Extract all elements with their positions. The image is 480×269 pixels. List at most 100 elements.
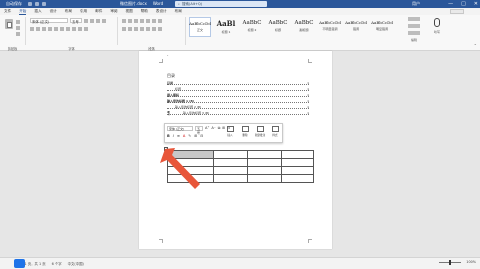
tab-review[interactable]: 审阅	[110, 9, 117, 14]
new-comment-button[interactable]: 新建批注	[253, 126, 267, 142]
toc-entry[interactable]: 标题 1	[167, 87, 309, 91]
superscript-icon[interactable]	[60, 27, 64, 31]
grow-font-icon[interactable]	[84, 19, 88, 23]
style-subtle-emphasis[interactable]: AaBbCcDd 不明显强调	[319, 17, 341, 37]
justify-icon[interactable]	[140, 27, 144, 31]
decrease-indent-icon[interactable]	[140, 19, 144, 23]
table-cell[interactable]	[281, 150, 314, 159]
table-cell[interactable]	[213, 150, 248, 159]
align-left-icon[interactable]	[122, 27, 126, 31]
search-input[interactable]: ⌕ 搜索(Alt+Q)	[175, 1, 267, 7]
italic-icon[interactable]: I	[173, 134, 174, 138]
strikethrough-icon[interactable]	[48, 27, 52, 31]
subscript-icon[interactable]	[54, 27, 58, 31]
format-painter-icon[interactable]	[16, 32, 20, 36]
toc-entry[interactable]: 输入您的标题 1 (B) 1	[167, 99, 309, 103]
save-icon[interactable]	[28, 2, 32, 6]
table-cell[interactable]	[281, 166, 314, 175]
table-of-contents[interactable]: 目录 目录 1 标题 1 插入图标 1 输入您的标题 1 (B) 1 输入您的标题 2 …	[167, 73, 309, 115]
undo-icon[interactable]	[35, 2, 39, 6]
share-button[interactable]	[450, 9, 464, 14]
table-cell[interactable]	[247, 174, 282, 183]
grow-font-icon[interactable]: A⁺	[205, 126, 209, 130]
table-cell[interactable]	[213, 166, 248, 175]
change-case-icon[interactable]	[96, 19, 100, 23]
style-normal[interactable]: AaBbCcDd 正文	[189, 17, 211, 37]
copy-format-icon[interactable]: ⧉	[218, 126, 221, 130]
tab-view[interactable]: 视图	[126, 9, 133, 14]
zoom-slider[interactable]	[439, 259, 462, 265]
font-color-icon[interactable]: A	[183, 134, 185, 138]
delete-button[interactable]: 删除	[238, 126, 252, 142]
clear-format-icon[interactable]	[102, 19, 106, 23]
table-cell[interactable]	[281, 174, 314, 183]
tab-layout[interactable]: 布局	[65, 9, 72, 14]
find-button[interactable]	[408, 17, 420, 21]
document-canvas[interactable]: · 目录 目录 1 标题 1 插入图标 1 输入您的标题 1 (B) 1 输入您的标题 …	[0, 51, 480, 257]
bullets-icon[interactable]	[122, 19, 126, 23]
start-icon[interactable]	[14, 259, 25, 268]
highlight-icon[interactable]: ✎	[188, 134, 191, 138]
style-emphasis[interactable]: AaBbCcDd 强调	[345, 17, 367, 37]
user-name[interactable]: 用户	[412, 1, 420, 7]
tab-mailings[interactable]: 邮件	[95, 9, 102, 14]
toc-entry[interactable]: 输入您的标题 2 (B) 1	[167, 105, 309, 109]
show-marks-icon[interactable]	[158, 19, 162, 23]
styles-button[interactable]: 样式	[268, 126, 282, 142]
toc-entry[interactable]: 目录 1	[167, 81, 309, 85]
table-cell[interactable]	[281, 158, 314, 167]
tab-references[interactable]: 引用	[80, 9, 87, 14]
table-cell[interactable]	[213, 174, 248, 183]
collapse-ribbon-icon[interactable]: ⌃	[474, 43, 477, 48]
borders-icon[interactable]	[158, 27, 162, 31]
tab-help[interactable]: 帮助	[141, 9, 148, 14]
italic-icon[interactable]	[36, 27, 40, 31]
font-size-select[interactable]: 五号	[70, 18, 82, 24]
maximize-button[interactable]: □	[461, 1, 466, 7]
style-title[interactable]: AaBbC 标题	[267, 17, 289, 37]
mini-font-name-select[interactable]: 宋体 (正文)	[167, 126, 193, 131]
table-cell[interactable]	[247, 158, 282, 167]
tab-file[interactable]: 文件	[4, 9, 11, 14]
tab-home[interactable]: 开始	[19, 9, 27, 15]
toc-entry[interactable]: 插入图标 1	[167, 93, 309, 97]
paste-button[interactable]	[4, 19, 14, 33]
minimize-button[interactable]: —	[448, 1, 453, 7]
select-button[interactable]	[408, 31, 420, 35]
line-spacing-icon[interactable]	[146, 27, 150, 31]
shading-icon[interactable]: ⊞	[194, 134, 197, 138]
close-button[interactable]: ✕	[474, 1, 478, 7]
toc-entry[interactable]: 输入您的标题 3 (B) 1	[167, 111, 309, 115]
tab-insert[interactable]: 插入	[34, 9, 41, 14]
font-color-icon[interactable]	[78, 27, 82, 31]
tab-design[interactable]: 设计	[50, 9, 57, 14]
tab-table-design[interactable]: 表设计	[156, 9, 167, 14]
shrink-font-icon[interactable]: A⁻	[211, 126, 215, 130]
align-icon[interactable]: ≡	[177, 134, 180, 138]
underline-icon[interactable]	[42, 27, 46, 31]
zoom-thumb[interactable]	[449, 259, 452, 265]
multilevel-list-icon[interactable]	[134, 19, 138, 23]
text-effects-icon[interactable]	[66, 27, 70, 31]
style-subtitle[interactable]: AaBbC 副标题	[293, 17, 315, 37]
numbering-icon[interactable]	[128, 19, 132, 23]
word-count[interactable]: 6 个字	[52, 261, 62, 266]
highlight-icon[interactable]	[72, 27, 76, 31]
char-shading-icon[interactable]	[84, 27, 88, 31]
shrink-font-icon[interactable]	[90, 19, 94, 23]
replace-button[interactable]	[408, 24, 420, 28]
table-cell[interactable]	[247, 166, 282, 175]
shading-icon[interactable]	[152, 27, 156, 31]
zoom-level[interactable]: 100%	[466, 260, 476, 264]
style-heading-1[interactable]: AaBl 标题 1	[215, 17, 237, 37]
tab-table-layout[interactable]: 布局	[175, 9, 182, 14]
copy-icon[interactable]	[16, 26, 20, 30]
language-indicator[interactable]: 中文(中国)	[68, 261, 84, 266]
increase-indent-icon[interactable]	[146, 19, 150, 23]
font-name-select[interactable]: 宋体 (正文)	[30, 18, 68, 24]
bold-icon[interactable]	[30, 27, 34, 31]
cut-icon[interactable]	[16, 20, 20, 24]
dictate-button[interactable]: 听写	[430, 18, 444, 38]
style-heading-2[interactable]: AaBbC 标题 2	[241, 17, 263, 37]
bold-icon[interactable]: B	[167, 134, 170, 138]
